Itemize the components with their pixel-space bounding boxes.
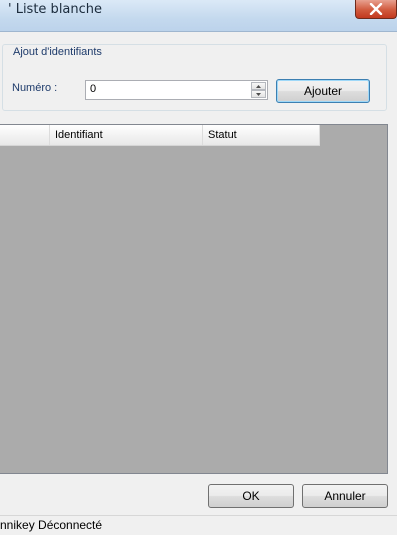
list-header: Identifiant Statut bbox=[0, 125, 320, 146]
column-header-blank[interactable] bbox=[0, 125, 50, 145]
close-button[interactable] bbox=[355, 0, 397, 19]
identifier-list[interactable]: Identifiant Statut bbox=[0, 124, 388, 474]
number-value: 0 bbox=[90, 83, 97, 95]
number-spinner[interactable] bbox=[251, 82, 266, 98]
title-bar[interactable]: ' Liste blanche bbox=[0, 0, 397, 32]
close-icon bbox=[369, 3, 383, 15]
status-bar: nnikey Déconnecté bbox=[0, 515, 397, 535]
spin-up-button[interactable] bbox=[251, 82, 266, 90]
window-title: ' Liste blanche bbox=[8, 2, 103, 17]
spin-down-button[interactable] bbox=[251, 90, 266, 98]
cancel-button[interactable]: Annuler bbox=[302, 484, 388, 508]
ok-button[interactable]: OK bbox=[208, 484, 294, 508]
group-legend: Ajout d'identifiants bbox=[11, 46, 105, 58]
status-text: nnikey Déconnecté bbox=[0, 518, 103, 532]
add-button[interactable]: Ajouter bbox=[276, 79, 370, 103]
chevron-down-icon bbox=[256, 92, 261, 96]
whitelist-dialog: ' Liste blanche Ajout d'identifiants Num… bbox=[0, 0, 397, 535]
column-header-status[interactable]: Statut bbox=[203, 125, 320, 145]
chevron-up-icon bbox=[256, 84, 261, 88]
column-header-identifier[interactable]: Identifiant bbox=[50, 125, 203, 145]
number-label: Numéro : bbox=[12, 82, 58, 94]
number-input[interactable]: 0 bbox=[85, 80, 268, 100]
